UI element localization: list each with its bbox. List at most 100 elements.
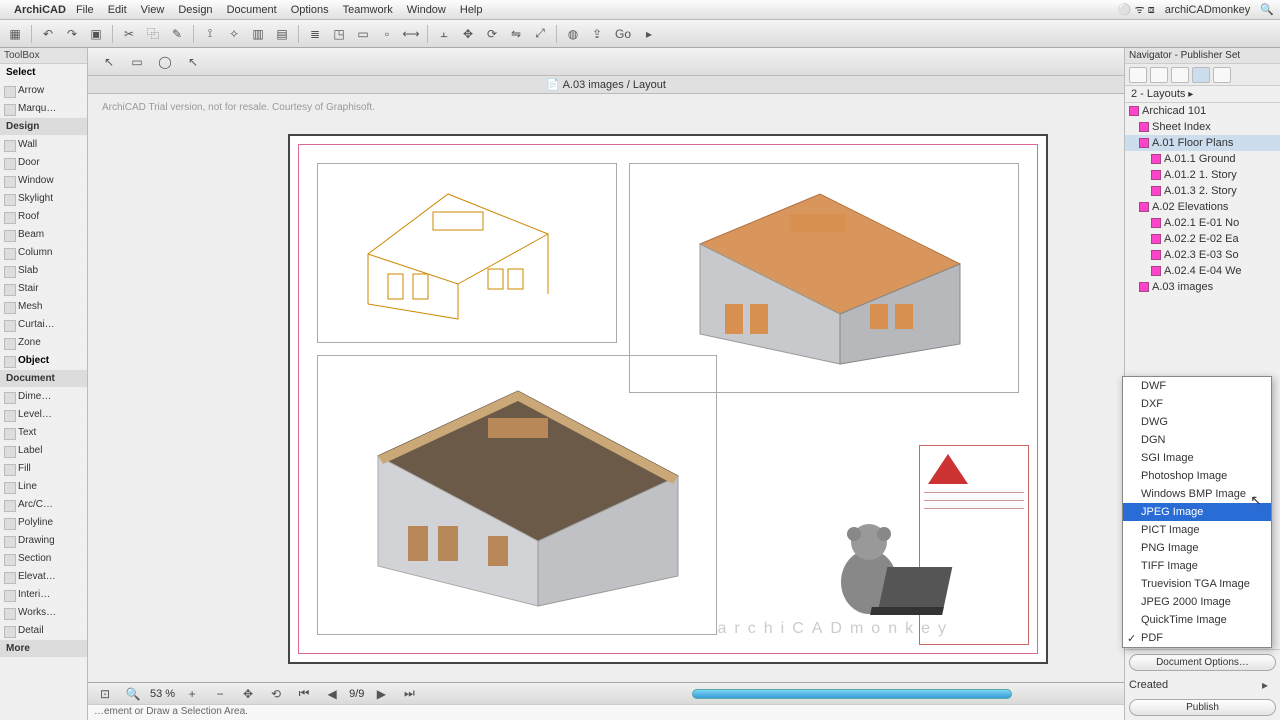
nav-tab-publisher-icon[interactable] <box>1192 67 1210 83</box>
format-option[interactable]: DWG <box>1123 413 1271 431</box>
spotlight-icon[interactable]: 🔍 <box>1260 3 1274 16</box>
tb-undo-icon[interactable]: ↶ <box>37 24 59 44</box>
tb-move-icon[interactable]: ✥ <box>457 24 479 44</box>
tool-wall[interactable]: Wall <box>0 136 87 154</box>
tb-copy-icon[interactable]: ⿻ <box>142 24 164 44</box>
tb-open-icon[interactable]: ▣ <box>85 24 107 44</box>
tool-level[interactable]: Level… <box>0 406 87 424</box>
menu-file[interactable]: File <box>76 4 94 16</box>
toolbox-select[interactable]: Select <box>0 64 87 82</box>
info-cursor-icon[interactable]: ↖ <box>182 52 204 72</box>
format-option[interactable]: JPEG Image <box>1123 503 1271 521</box>
menu-design[interactable]: Design <box>178 4 212 16</box>
menu-options[interactable]: Options <box>291 4 329 16</box>
app-name[interactable]: ArchiCAD <box>14 4 66 16</box>
tool-arrow[interactable]: Arrow <box>0 82 87 100</box>
tool-drawing[interactable]: Drawing <box>0 532 87 550</box>
sb-zoomin-icon[interactable]: + <box>181 684 203 704</box>
tool-skylight[interactable]: Skylight <box>0 190 87 208</box>
tb-section-icon[interactable]: ▭ <box>352 24 374 44</box>
tool-column[interactable]: Column <box>0 244 87 262</box>
tree-item[interactable]: A.02.1 E-01 No <box>1125 215 1280 231</box>
created-browse-icon[interactable]: ▸ <box>1254 675 1276 695</box>
tb-align-icon[interactable]: ⫠ <box>433 24 455 44</box>
sb-next-icon[interactable]: ▶ <box>370 684 392 704</box>
tool-polyline[interactable]: Polyline <box>0 514 87 532</box>
tree-item[interactable]: A.02.4 E-04 We <box>1125 263 1280 279</box>
tree-item[interactable]: A.01.2 1. Story <box>1125 167 1280 183</box>
sb-orbit-icon[interactable]: ⟲ <box>265 684 287 704</box>
tb-measure-icon[interactable]: ⟟ <box>199 24 221 44</box>
format-option[interactable]: PNG Image <box>1123 539 1271 557</box>
wifi-icon[interactable]: ⚪ ᯤ ⧈ <box>1118 2 1155 17</box>
document-options-button[interactable]: Document Options… <box>1129 654 1276 671</box>
format-option[interactable]: QuickTime Image <box>1123 611 1271 629</box>
drawing-wireframe[interactable] <box>317 163 617 343</box>
tb-go-button[interactable]: Go <box>610 24 636 44</box>
tb-mirror-icon[interactable]: ⇋ <box>505 24 527 44</box>
tool-interior[interactable]: Interi… <box>0 586 87 604</box>
menu-edit[interactable]: Edit <box>108 4 127 16</box>
tb-layers-icon[interactable]: ≣ <box>304 24 326 44</box>
format-option[interactable]: PDF <box>1123 629 1271 647</box>
menu-teamwork[interactable]: Teamwork <box>343 4 393 16</box>
nav-tab-layout-icon[interactable] <box>1171 67 1189 83</box>
tb-elev-icon[interactable]: ▫ <box>376 24 398 44</box>
tool-section[interactable]: Section <box>0 550 87 568</box>
menu-window[interactable]: Window <box>407 4 446 16</box>
sb-zoom-icon[interactable]: 🔍 <box>122 684 144 704</box>
publisher-set-select[interactable]: 2 - Layouts ▸ <box>1125 86 1280 103</box>
info-mode1-icon[interactable]: ▭ <box>126 52 148 72</box>
menu-document[interactable]: Document <box>227 4 277 16</box>
tb-dim-icon[interactable]: ⟷ <box>400 24 422 44</box>
format-option[interactable]: PICT Image <box>1123 521 1271 539</box>
tool-text[interactable]: Text <box>0 424 87 442</box>
toolbox-more[interactable]: More <box>0 640 87 658</box>
tb-scale-icon[interactable]: ⤢ <box>529 24 551 44</box>
tree-item[interactable]: Archicad 101 <box>1125 103 1280 119</box>
tree-item[interactable]: A.03 images <box>1125 279 1280 295</box>
toolbox-design-header[interactable]: Design <box>0 118 87 136</box>
tool-detail[interactable]: Detail <box>0 622 87 640</box>
info-arrow-icon[interactable]: ↖ <box>98 52 120 72</box>
menu-view[interactable]: View <box>141 4 165 16</box>
tb-new-icon[interactable]: ▦ <box>4 24 26 44</box>
format-option[interactable]: JPEG 2000 Image <box>1123 593 1271 611</box>
tree-item[interactable]: A.01.3 2. Story <box>1125 183 1280 199</box>
tree-item[interactable]: A.01 Floor Plans <box>1125 135 1280 151</box>
tb-cut-icon[interactable]: ✂ <box>118 24 140 44</box>
drawing-textured[interactable] <box>317 355 717 635</box>
layout-canvas[interactable]: ArchiCAD Trial version, not for resale. … <box>88 94 1124 682</box>
tool-elevation[interactable]: Elevat… <box>0 568 87 586</box>
tb-snap-icon[interactable]: ✧ <box>223 24 245 44</box>
tool-marquee[interactable]: Marqu… <box>0 100 87 118</box>
tree-item[interactable]: A.01.1 Ground <box>1125 151 1280 167</box>
tb-publish-icon[interactable]: ⇪ <box>586 24 608 44</box>
format-option[interactable]: DGN <box>1123 431 1271 449</box>
info-mode2-icon[interactable]: ◯ <box>154 52 176 72</box>
tool-door[interactable]: Door <box>0 154 87 172</box>
tool-line[interactable]: Line <box>0 478 87 496</box>
tool-slab[interactable]: Slab <box>0 262 87 280</box>
tb-trace-icon[interactable]: ▤ <box>271 24 293 44</box>
sb-prev-icon[interactable]: ◀ <box>321 684 343 704</box>
format-option[interactable]: Photoshop Image <box>1123 467 1271 485</box>
tree-item[interactable]: Sheet Index <box>1125 119 1280 135</box>
format-option[interactable]: SGI Image <box>1123 449 1271 467</box>
tool-stair[interactable]: Stair <box>0 280 87 298</box>
format-option[interactable]: Windows BMP Image <box>1123 485 1271 503</box>
tool-roof[interactable]: Roof <box>0 208 87 226</box>
tb-3d-icon[interactable]: ◳ <box>328 24 350 44</box>
sb-pan-icon[interactable]: ✥ <box>237 684 259 704</box>
tool-window[interactable]: Window <box>0 172 87 190</box>
nav-tab-view-icon[interactable] <box>1150 67 1168 83</box>
toolbox-document-header[interactable]: Document <box>0 370 87 388</box>
tool-object[interactable]: Object <box>0 352 87 370</box>
tb-redo-icon[interactable]: ↷ <box>61 24 83 44</box>
nav-tab-project-icon[interactable] <box>1129 67 1147 83</box>
publish-button[interactable]: Publish <box>1129 699 1276 716</box>
menu-help[interactable]: Help <box>460 4 483 16</box>
tb-grid-icon[interactable]: ▥ <box>247 24 269 44</box>
format-option[interactable]: DWF <box>1123 377 1271 395</box>
tool-label[interactable]: Label <box>0 442 87 460</box>
